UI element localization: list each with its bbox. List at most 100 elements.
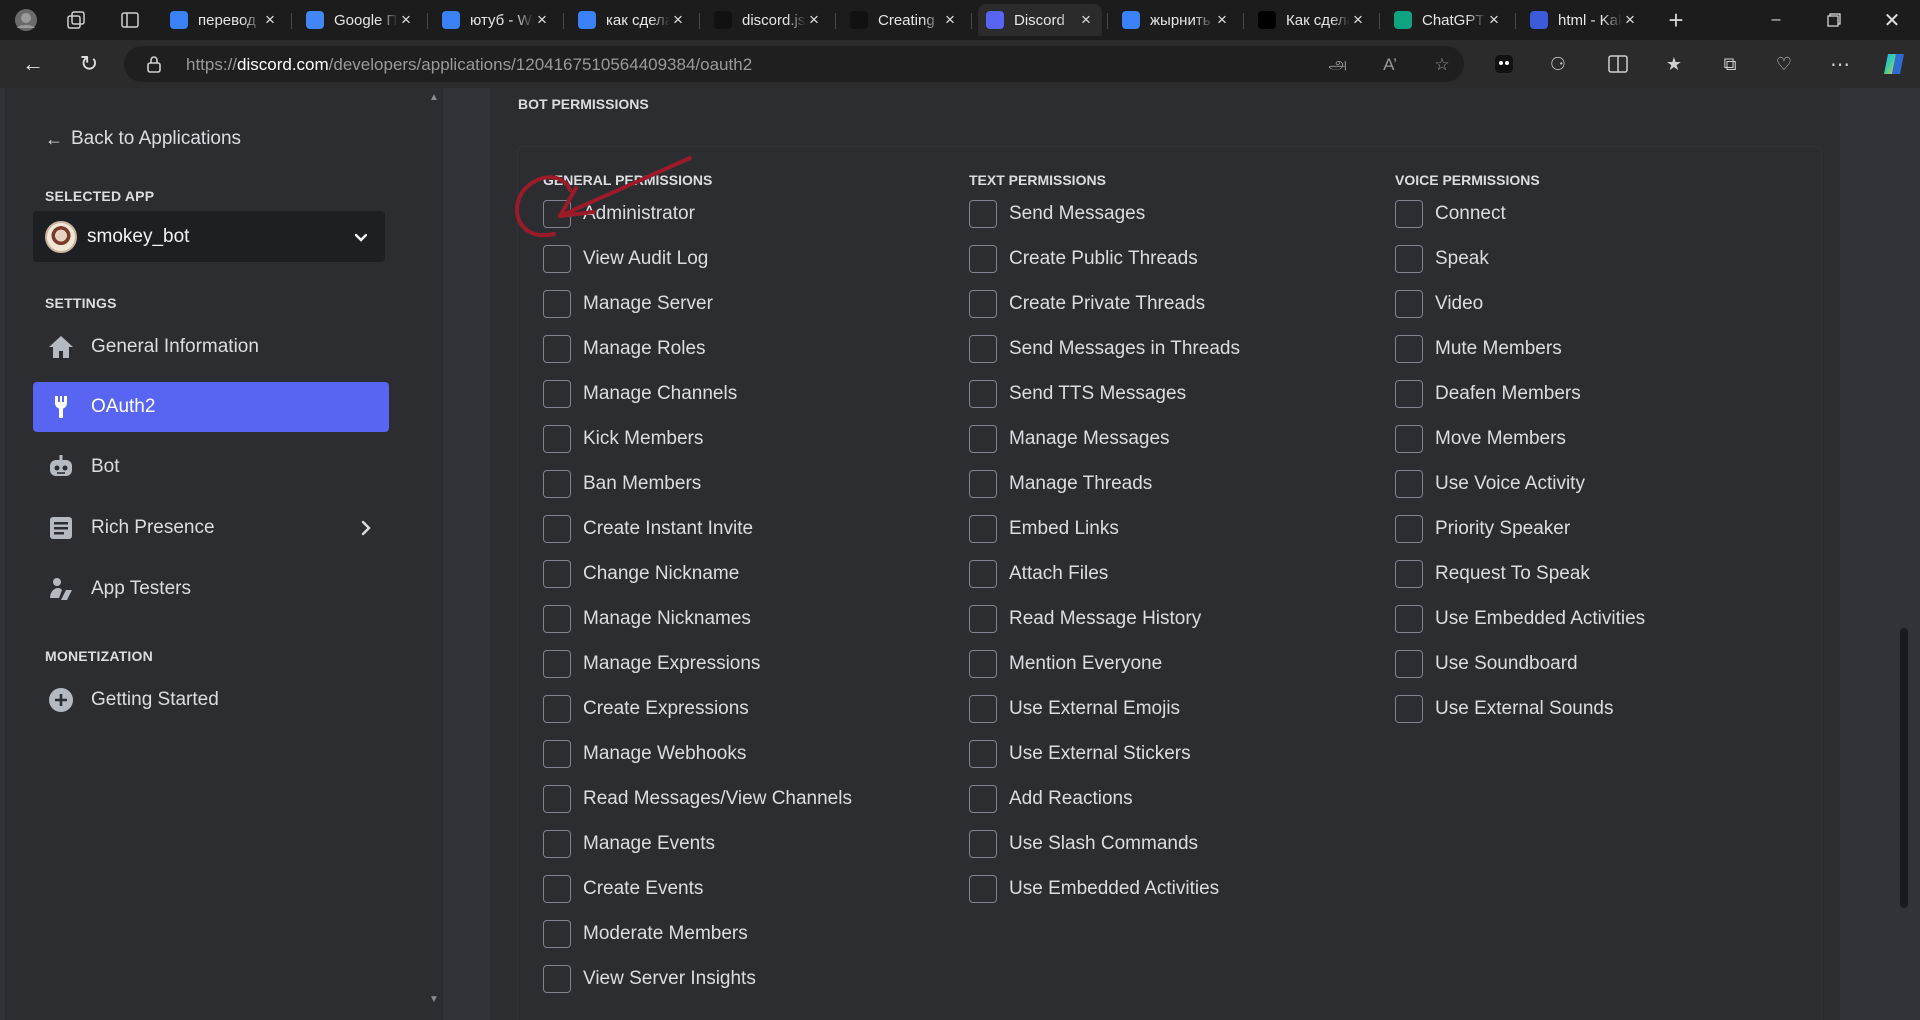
permission-checkbox[interactable] [969,515,997,543]
permission-row[interactable]: Embed Links [969,515,1240,560]
close-window-icon[interactable]: ✕ [1862,0,1920,40]
permission-checkbox[interactable] [543,200,571,228]
permission-checkbox[interactable] [543,425,571,453]
permission-checkbox[interactable] [1395,380,1423,408]
permission-row[interactable]: Ban Members [543,470,852,515]
sidebar-scroll-up-icon[interactable]: ▲ [429,92,439,103]
permission-row[interactable]: Manage Expressions [543,650,852,695]
sidebar-item-rich-presence[interactable]: Rich Presence [33,503,389,553]
browser-essentials-icon[interactable]: ♡ [1770,50,1798,78]
permission-row[interactable]: Manage Events [543,830,852,875]
permission-row[interactable]: Create Private Threads [969,290,1240,335]
permission-row[interactable]: Mute Members [1395,335,1645,380]
collections-icon[interactable]: ⧉ [1716,50,1744,78]
browser-tab[interactable]: перевод × [162,4,286,36]
permission-row[interactable]: Manage Threads [969,470,1240,515]
favorite-star-icon[interactable]: ☆ [1430,53,1454,77]
browser-tab[interactable]: жырнить × [1114,4,1238,36]
permission-checkbox[interactable] [969,875,997,903]
permission-checkbox[interactable] [543,245,571,273]
permission-row[interactable]: View Server Insights [543,965,852,1010]
permission-row[interactable]: Deafen Members [1395,380,1645,425]
permission-checkbox[interactable] [1395,515,1423,543]
permission-checkbox[interactable] [969,785,997,813]
permission-row[interactable]: Video [1395,290,1645,335]
permission-row[interactable]: Use Voice Activity [1395,470,1645,515]
permission-row[interactable]: Create Instant Invite [543,515,852,560]
permission-row[interactable]: Use Embedded Activities [1395,605,1645,650]
browser-tab[interactable]: как сделать× [570,4,694,36]
workspaces-icon[interactable] [62,6,90,34]
close-tab-icon[interactable]: × [534,10,550,30]
close-tab-icon[interactable]: × [806,10,822,30]
browser-tab[interactable]: ChatGPT × [1386,4,1510,36]
app-selector-dropdown[interactable]: smokey_bot [33,211,385,262]
sidebar-item-oauth2[interactable]: OAuth2 [33,382,389,432]
browser-tab[interactable]: Как сделать× [1250,4,1374,36]
permission-checkbox[interactable] [969,830,997,858]
close-tab-icon[interactable]: × [670,10,686,30]
permission-checkbox[interactable] [1395,650,1423,678]
close-tab-icon[interactable]: × [398,10,414,30]
permission-row[interactable]: Administrator [543,200,852,245]
permission-row[interactable]: Use External Sounds [1395,695,1645,740]
permission-checkbox[interactable] [543,695,571,723]
permission-row[interactable]: Manage Messages [969,425,1240,470]
profile-avatar-icon[interactable] [12,6,40,34]
permission-row[interactable]: Manage Roles [543,335,852,380]
permission-checkbox[interactable] [1395,335,1423,363]
permission-checkbox[interactable] [1395,290,1423,318]
minimize-icon[interactable]: – [1746,0,1806,40]
browser-tab[interactable]: Google Переводчик× [298,4,422,36]
permission-checkbox[interactable] [969,605,997,633]
permission-checkbox[interactable] [543,470,571,498]
permission-checkbox[interactable] [969,335,997,363]
browser-tab[interactable]: Discord × [978,4,1102,36]
permission-checkbox[interactable] [1395,695,1423,723]
extensions-puzzle-icon[interactable]: ⚆ [1544,50,1572,78]
extension-cat-icon[interactable] [1490,50,1518,78]
permission-checkbox[interactable] [543,290,571,318]
refresh-icon[interactable]: ↻ [72,48,106,80]
permission-checkbox[interactable] [969,560,997,588]
permission-row[interactable]: Manage Webhooks [543,740,852,785]
permission-checkbox[interactable] [969,245,997,273]
permission-row[interactable]: Manage Server [543,290,852,335]
sidebar-item-app-testers[interactable]: App Testers [33,564,389,614]
back-to-applications-link[interactable]: ← Back to Applications [45,128,241,150]
permission-row[interactable]: Create Events [543,875,852,920]
browser-tab[interactable]: discord.js × [706,4,830,36]
tab-actions-icon[interactable] [116,6,144,34]
permission-checkbox[interactable] [969,200,997,228]
permission-checkbox[interactable] [543,650,571,678]
permission-row[interactable]: Send Messages [969,200,1240,245]
permission-checkbox[interactable] [543,560,571,588]
read-aloud-icon[interactable]: A’ [1378,53,1402,77]
permission-row[interactable]: View Audit Log [543,245,852,290]
permission-checkbox[interactable] [969,695,997,723]
permission-checkbox[interactable] [543,380,571,408]
sidebar-item-bot[interactable]: Bot [33,442,389,492]
permission-row[interactable]: Change Nickname [543,560,852,605]
permission-checkbox[interactable] [1395,470,1423,498]
more-menu-icon[interactable]: ⋯ [1826,50,1854,78]
sidebar-item-getting-started[interactable]: Getting Started [33,675,389,725]
close-tab-icon[interactable]: × [1350,10,1366,30]
permission-checkbox[interactable] [543,515,571,543]
permission-row[interactable]: Add Reactions [969,785,1240,830]
permission-row[interactable]: Connect [1395,200,1645,245]
permission-row[interactable]: Create Public Threads [969,245,1240,290]
permission-row[interactable]: Use Soundboard [1395,650,1645,695]
copilot-icon[interactable] [1880,50,1908,78]
permission-row[interactable]: Priority Speaker [1395,515,1645,560]
permission-checkbox[interactable] [969,380,997,408]
permission-row[interactable]: Request To Speak [1395,560,1645,605]
close-tab-icon[interactable]: × [1622,10,1638,30]
permission-checkbox[interactable] [1395,425,1423,453]
permission-checkbox[interactable] [543,965,571,993]
close-tab-icon[interactable]: × [262,10,278,30]
permission-checkbox[interactable] [969,425,997,453]
permission-row[interactable]: Use External Emojis [969,695,1240,740]
browser-tab[interactable]: Creating × [842,4,966,36]
sidebar-scroll-down-icon[interactable]: ▼ [429,994,439,1005]
